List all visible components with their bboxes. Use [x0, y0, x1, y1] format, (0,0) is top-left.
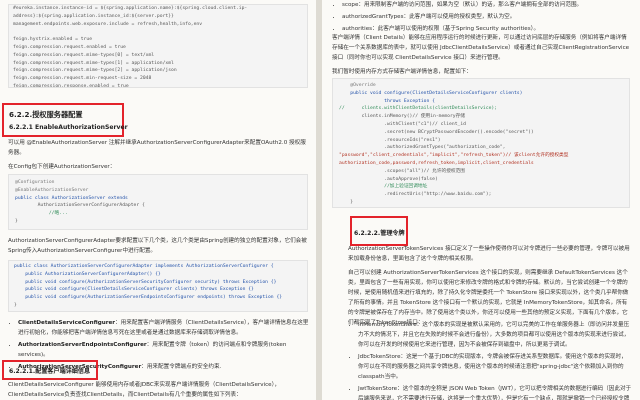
- code-line: public AuthorizationServerConfigurerAdap…: [14, 271, 161, 277]
- subsection-heading-enable-authorization-server: 6.2.2.1 EnableAuthorizationServer: [9, 124, 128, 131]
- code-line: .redirectUris("http://www.baidu.com");: [339, 192, 492, 198]
- paragraph-text: AuthorizationServerTokenServices 接口定义了一些…: [348, 246, 630, 262]
- code-line: public void configure(ClientDetailsServi…: [14, 287, 254, 293]
- intro-paragraph: 可以用 @EnableAuthorizationServer 注解并继承Auth…: [8, 138, 310, 176]
- paragraph-text: 客户端详情（Client Details）能够在应用程序运行的时候进行更新，可以…: [332, 35, 630, 61]
- bullet-item: scope：用来限制客户端的访问范围，如果为空（默认）的话，那么客户端拥有全部的…: [342, 0, 632, 10]
- code-line: #eureka.instance.instance-id = ${spring.…: [13, 6, 248, 11]
- code-line: .authorizedGrantTypes("authorization_cod…: [339, 145, 506, 151]
- code-line: "password","client_credentials","implici…: [339, 153, 569, 159]
- client-properties-bullet-list: scope：用来限制客户端的访问范围，如果为空（默认）的话，那么客户端拥有全部的…: [332, 0, 632, 36]
- paragraph-text: ClientDetailsServiceConfigurer 能够使用内存或者J…: [8, 382, 280, 398]
- code-line: .autoApprove(false): [339, 176, 438, 182]
- code-line: feign.compression.request.enabled = true: [13, 44, 126, 50]
- code-line: .secret(new BCryptPasswordEncoder().enco…: [339, 129, 534, 135]
- code-line: .scopes("all")// 允许的授权范围: [339, 168, 465, 174]
- code-line: feign.compression.response.enabled = tru…: [13, 83, 129, 88]
- code-line: throws Exception {: [339, 98, 435, 104]
- code-line: }: [339, 199, 354, 205]
- bullet-item: JdbcTokenStore：这是一个基于JDBC的实现版本，令牌会被保存进关系…: [358, 352, 632, 382]
- code-line: feign.compression.request.mime-types[1] …: [13, 60, 174, 66]
- paragraph-text: 在Config包下创建AuthorizationServer：: [8, 164, 116, 170]
- properties-code-block: #eureka.instance.instance-id = ${spring.…: [8, 4, 308, 88]
- subsection-heading-client-details: 6.2.2.1.配置客户端详细信息: [9, 368, 91, 375]
- client-details-update-paragraph: 客户端详情（Client Details）能够在应用程序运行的时候进行更新，可以…: [332, 33, 632, 81]
- code-line: clients.inMemory()// 使用in-memory存储: [339, 114, 465, 120]
- code-line: feign.compression.request.min-request-si…: [13, 76, 152, 82]
- code-line: public void configure(ClientDetailsServi…: [339, 90, 523, 96]
- section-highlight-box: [2, 103, 124, 137]
- left-page: #eureka.instance.instance-id = ${spring.…: [0, 0, 316, 400]
- client-config-code-block: @Override public void configure(ClientDe…: [332, 78, 630, 208]
- paragraph-text: 自己可以创建 AuthorizationServerTokenServices …: [348, 270, 629, 326]
- bullet-item: ClientDetailsServiceConfigurer：用来配置客户端详情…: [18, 318, 310, 338]
- right-page: scope：用来限制客户端的访问范围，如果为空（默认）的话，那么客户端拥有全部的…: [322, 0, 640, 400]
- bullet-term: AuthorizationServerEndpointsConfigurer: [18, 342, 147, 348]
- code-line: @EnableAuthorizationServer: [15, 187, 89, 193]
- client-details-paragraph: ClientDetailsServiceConfigurer 能够使用内存或者J…: [8, 380, 310, 400]
- token-store-bullet-list: InMemoryTokenStore：这个版本的实现是被默认采用的，它可以完美的…: [348, 320, 632, 400]
- code-line: .withClient("c1")// client_id: [339, 121, 466, 127]
- bullet-item: authorizedGrantTypes：此客户端可以使用的授权类型，默认为空。: [342, 12, 632, 22]
- code-line: feign.hystrix.enabled = true: [13, 37, 93, 43]
- bullet-item: JwtTokenStore：这个版本的全称是 JSON Web Token（JW…: [358, 384, 632, 400]
- paragraph-text: 可以用 @EnableAuthorizationServer 注解并继承Auth…: [8, 140, 306, 156]
- code-line: .resourceIds("res1"): [339, 137, 441, 143]
- adapter-code: public class AuthorizationServerConfigur…: [14, 263, 302, 310]
- code-line: address}:${spring.application.instance_i…: [13, 13, 174, 19]
- bullet-term: ClientDetailsServiceConfigurer: [18, 320, 116, 326]
- code-line: //略...: [15, 211, 68, 217]
- code-line: feign.compression.request.mime-types[2] …: [13, 68, 177, 74]
- bullet-text: ：用来配置令牌端点的安全约束.: [141, 364, 222, 370]
- adapter-code-block: public class AuthorizationServerConfigur…: [8, 260, 308, 312]
- code-line: }: [14, 302, 17, 308]
- code-line: //加上验证回调地址: [339, 184, 428, 190]
- code-line: feign.compression.request.mime-types[0] …: [13, 52, 155, 58]
- authorization-server-code: @Configuration @EnableAuthorizationServe…: [15, 179, 301, 226]
- client-config-code: @Override public void configure(ClientDe…: [339, 82, 623, 207]
- code-line: public class AuthorizationServerConfigur…: [14, 264, 274, 269]
- code-line: public void configure(AuthorizationServe…: [14, 279, 277, 285]
- bullet-item: InMemoryTokenStore：这个版本的实现是被默认采用的，它可以完美的…: [358, 320, 632, 350]
- authorization-server-code-block: @Configuration @EnableAuthorizationServe…: [8, 174, 308, 230]
- code-line: public class AuthorizationServer extends: [15, 195, 128, 201]
- subsection-heading-manage-tokens: 6.2.2.2.管理令牌: [354, 230, 405, 237]
- paragraph-text: AuthorizationServerConfigurerAdapter要求配置…: [8, 238, 307, 254]
- code-line: }: [15, 218, 18, 224]
- paragraph-text: 我们暂时使用内存方式存储客户端详情信息，配置如下：: [332, 69, 472, 75]
- code-line: @Configuration: [15, 180, 55, 185]
- adapter-paragraph: AuthorizationServerConfigurerAdapter要求配置…: [8, 236, 310, 260]
- code-line: @Override: [339, 83, 376, 88]
- code-line: // clients.withClientDetails(clientDetai…: [339, 106, 498, 112]
- code-line: AuthorizationServerConfigurerAdapter {: [15, 203, 145, 209]
- properties-code: #eureka.instance.instance-id = ${spring.…: [13, 5, 303, 88]
- code-line: management.endpoints.web.exposure.includ…: [13, 21, 203, 27]
- code-line: authorization_code,password,refresh_toke…: [339, 160, 534, 166]
- code-line: public void configure(AuthorizationServe…: [14, 295, 283, 301]
- token-services-paragraph: AuthorizationServerTokenServices 接口定义了一些…: [348, 244, 632, 332]
- bullet-item: AuthorizationServerEndpointsConfigurer：用…: [18, 340, 310, 360]
- section-heading-authorization-server: 6.2.2.授权服务器配置: [9, 110, 83, 119]
